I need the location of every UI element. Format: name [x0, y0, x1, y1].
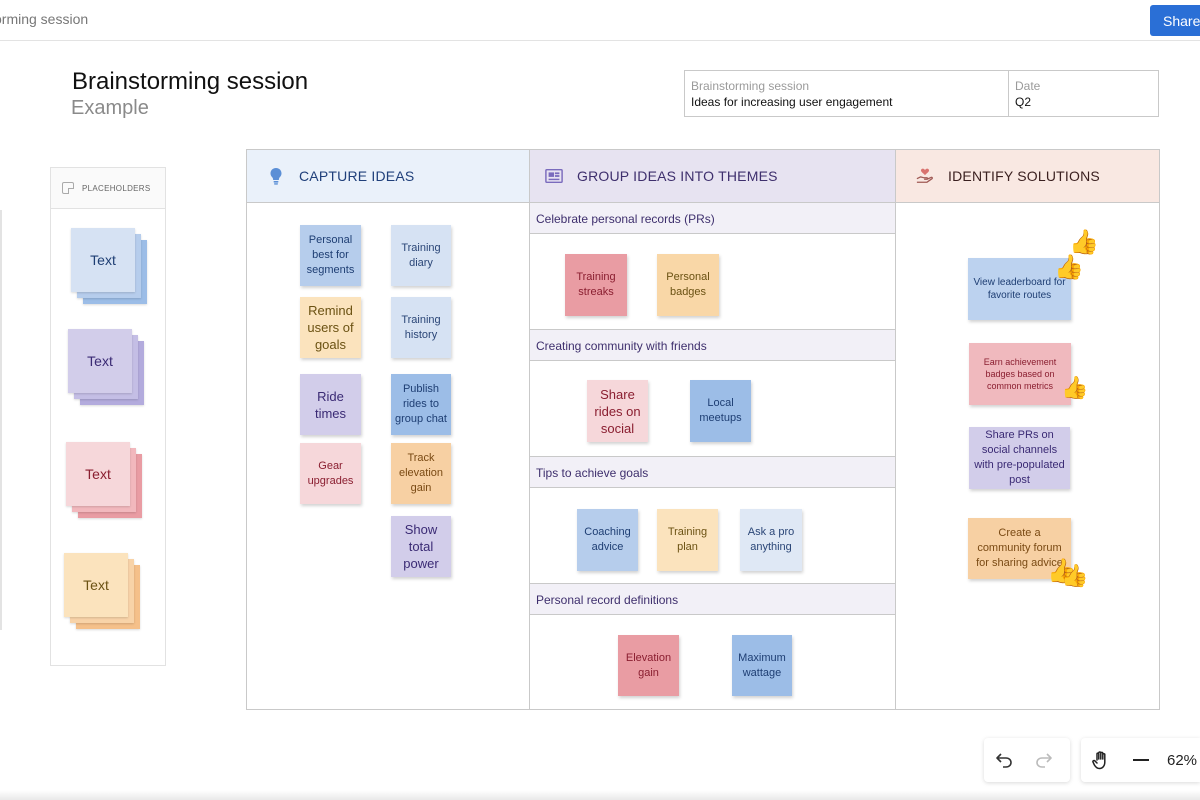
page-title[interactable]: Brainstorming session: [72, 68, 308, 96]
placeholders-header: PLACEHOLDERS: [51, 168, 165, 209]
sticky-note[interactable]: Track elevation gain: [391, 443, 451, 504]
thumbs-up-reaction[interactable]: 👍: [1061, 564, 1088, 588]
redo-button[interactable]: [1024, 740, 1064, 780]
placeholder-label: Text: [64, 553, 128, 617]
minus-icon: [1133, 759, 1149, 761]
share-button[interactable]: Share: [1150, 5, 1200, 36]
sticky-note[interactable]: Coaching advice: [577, 509, 638, 571]
sticky-note[interactable]: Share rides on social: [587, 380, 648, 442]
sticky-note[interactable]: Personal badges: [657, 254, 719, 316]
thumbs-up-reaction[interactable]: 👍: [1069, 231, 1099, 255]
sticky-note[interactable]: Earn achievement badges based on common …: [969, 343, 1071, 405]
sticky-note[interactable]: Gear upgrades: [300, 443, 361, 504]
theme-header[interactable]: Personal record definitions: [530, 583, 895, 615]
undo-redo-toolbar: [984, 738, 1070, 782]
thumbs-up-reaction[interactable]: 👍: [1054, 256, 1084, 280]
document-title[interactable]: orming session: [0, 11, 88, 27]
page-subtitle[interactable]: Example: [71, 97, 149, 120]
pan-hand-button[interactable]: [1081, 740, 1121, 780]
capture-ideas-column: CAPTURE IDEAS Personal best for segments…: [247, 150, 530, 709]
identify-solutions-column: IDENTIFY SOLUTIONS View leaderboard for …: [896, 150, 1159, 709]
capture-ideas-title: CAPTURE IDEAS: [299, 168, 415, 184]
placeholder-stack-pink[interactable]: Text: [66, 442, 146, 522]
sticky-note[interactable]: Personal best for segments: [300, 225, 361, 286]
lightbulb-icon: [267, 167, 285, 185]
sticky-note[interactable]: Local meetups: [690, 380, 751, 442]
sticky-note[interactable]: Remind users of goals: [300, 297, 361, 358]
capture-ideas-header[interactable]: CAPTURE IDEAS: [247, 150, 529, 203]
identify-solutions-title: IDENTIFY SOLUTIONS: [948, 168, 1100, 184]
placeholder-label: Text: [71, 228, 135, 292]
sticky-note[interactable]: Training diary: [391, 225, 451, 286]
group-themes-column: GROUP IDEAS INTO THEMES Celebrate person…: [530, 150, 896, 709]
placeholder-stack-blue[interactable]: Text: [71, 228, 151, 308]
group-themes-title: GROUP IDEAS INTO THEMES: [577, 168, 778, 184]
date-info-cell[interactable]: Date Q2: [1009, 71, 1046, 116]
sticky-note[interactable]: Share PRs on social channels with pre-po…: [969, 427, 1070, 489]
redo-icon: [1036, 753, 1052, 768]
placeholder-label: Text: [68, 329, 132, 393]
session-info-cell[interactable]: Brainstorming session Ideas for increasi…: [685, 71, 1009, 116]
brainstorm-board: CAPTURE IDEAS Personal best for segments…: [246, 149, 1160, 710]
top-bar: orming session Share: [0, 0, 1200, 41]
left-panel-edge: [0, 210, 2, 630]
sticky-note[interactable]: Show total power: [391, 516, 451, 577]
identify-solutions-header[interactable]: IDENTIFY SOLUTIONS: [896, 150, 1159, 203]
date-value: Q2: [1015, 95, 1032, 109]
sticky-note[interactable]: Elevation gain: [618, 635, 679, 696]
sticky-note[interactable]: Training plan: [657, 509, 718, 571]
view-toolbar: 62%: [1081, 738, 1200, 782]
bottom-edge: [0, 790, 1200, 800]
placeholders-panel: PLACEHOLDERS Text Text Text Text: [50, 167, 166, 666]
zoom-out-button[interactable]: [1121, 740, 1161, 780]
sticky-note[interactable]: Ask a pro anything: [740, 509, 802, 571]
image-frame-icon: [545, 167, 563, 185]
thumbs-up-reaction[interactable]: 👍: [1061, 376, 1088, 400]
sticky-note[interactable]: Ride times: [300, 374, 361, 435]
date-label: Date: [1015, 79, 1041, 93]
theme-header[interactable]: Creating community with friends: [530, 329, 895, 361]
placeholders-header-label: PLACEHOLDERS: [82, 183, 151, 193]
zoom-level[interactable]: 62%: [1161, 752, 1197, 769]
undo-button[interactable]: [984, 740, 1024, 780]
theme-header[interactable]: Celebrate personal records (PRs): [530, 202, 895, 234]
session-info-label: Brainstorming session: [691, 79, 810, 93]
heart-hand-icon: [916, 167, 934, 185]
sticky-note[interactable]: Publish rides to group chat: [391, 374, 451, 435]
placeholder-stack-orange[interactable]: Text: [64, 553, 144, 633]
sticky-note[interactable]: Training history: [391, 297, 451, 358]
theme-header[interactable]: Tips to achieve goals: [530, 456, 895, 488]
hand-icon: [1092, 751, 1106, 770]
group-themes-header[interactable]: GROUP IDEAS INTO THEMES: [530, 150, 895, 203]
sticky-note[interactable]: Maximum wattage: [732, 635, 792, 696]
sticky-note[interactable]: Training streaks: [565, 254, 627, 316]
placeholder-stack-lavender[interactable]: Text: [68, 329, 148, 409]
sticky-note-icon: [62, 182, 74, 194]
session-info-table: Brainstorming session Ideas for increasi…: [684, 70, 1159, 117]
placeholder-label: Text: [66, 442, 130, 506]
session-info-value: Ideas for increasing user engagement: [691, 95, 893, 109]
undo-icon: [996, 753, 1012, 768]
